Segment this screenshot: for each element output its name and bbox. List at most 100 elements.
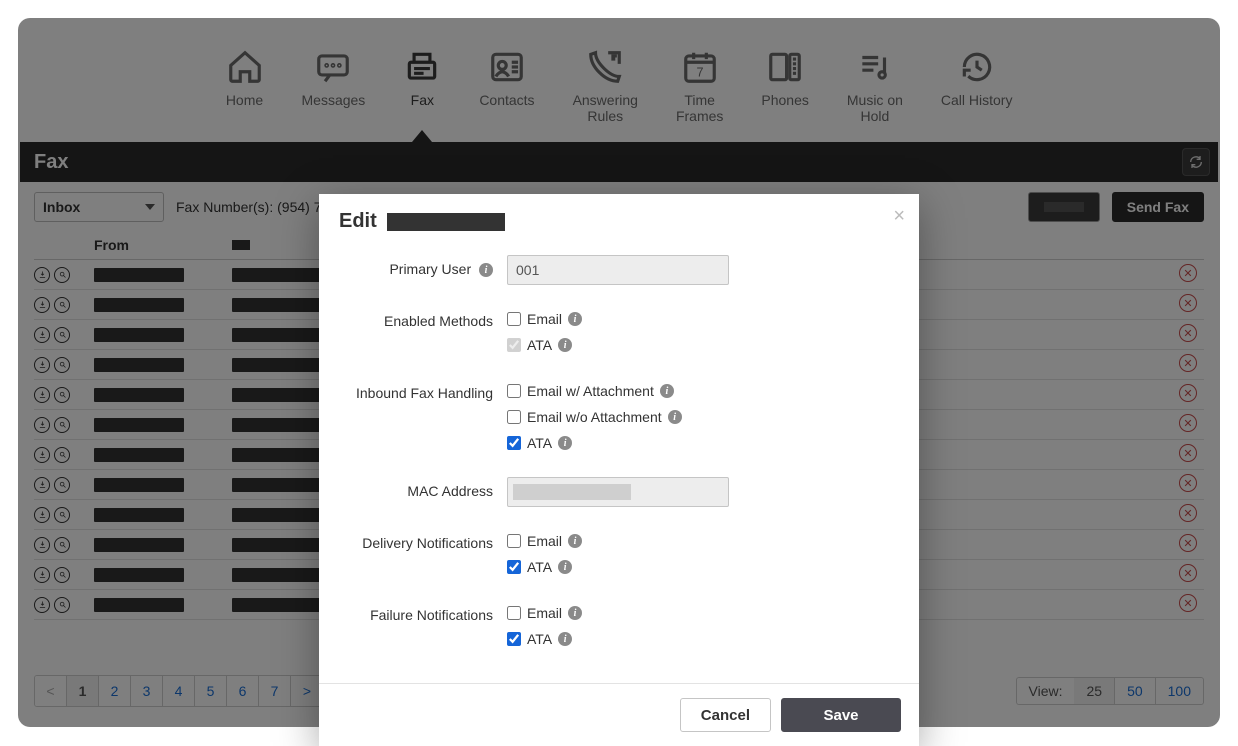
preview-icon[interactable] — [54, 507, 70, 523]
send-fax-button[interactable]: Send Fax — [1112, 192, 1204, 222]
delete-icon[interactable] — [1179, 324, 1197, 342]
cancel-button[interactable]: Cancel — [680, 698, 771, 732]
info-icon[interactable]: i — [558, 338, 572, 352]
col2-value — [232, 568, 332, 582]
nav-call-history[interactable]: Call History — [941, 48, 1013, 124]
view-size-25[interactable]: 25 — [1074, 677, 1115, 705]
modal-close-button[interactable]: × — [893, 206, 905, 226]
delete-icon[interactable] — [1179, 474, 1197, 492]
info-icon[interactable]: i — [558, 560, 572, 574]
from-value — [94, 328, 184, 342]
delivery-option-label: ATA — [527, 559, 552, 575]
nav-messages[interactable]: Messages — [302, 48, 366, 124]
folder-select[interactable]: Inbox — [34, 192, 164, 222]
preview-icon[interactable] — [54, 447, 70, 463]
info-icon[interactable]: i — [568, 534, 582, 548]
phones-icon — [766, 48, 804, 86]
info-icon[interactable]: i — [479, 263, 493, 277]
inbound-checkbox[interactable] — [507, 410, 521, 424]
preview-icon[interactable] — [54, 297, 70, 313]
refresh-button[interactable] — [1182, 148, 1210, 176]
preview-icon[interactable] — [54, 417, 70, 433]
download-icon[interactable] — [34, 567, 50, 583]
info-icon[interactable]: i — [568, 312, 582, 326]
refresh-icon — [1188, 154, 1204, 170]
home-icon — [226, 48, 264, 86]
pager-page-7[interactable]: 7 — [259, 676, 291, 706]
download-icon[interactable] — [34, 417, 50, 433]
download-icon[interactable] — [34, 327, 50, 343]
info-icon[interactable]: i — [660, 384, 674, 398]
download-icon[interactable] — [34, 297, 50, 313]
preview-icon[interactable] — [54, 387, 70, 403]
download-icon[interactable] — [34, 387, 50, 403]
from-value — [94, 568, 184, 582]
pager-page-6[interactable]: 6 — [227, 676, 259, 706]
download-icon[interactable] — [34, 597, 50, 613]
inbound-checkbox[interactable] — [507, 436, 521, 450]
pager-page-5[interactable]: 5 — [195, 676, 227, 706]
download-icon[interactable] — [34, 357, 50, 373]
delivery-checkbox[interactable] — [507, 560, 521, 574]
nav-music-on-hold[interactable]: Music onHold — [847, 48, 903, 124]
delete-icon[interactable] — [1179, 384, 1197, 402]
primary-user-input[interactable] — [507, 255, 729, 285]
delete-icon[interactable] — [1179, 594, 1197, 612]
save-button[interactable]: Save — [781, 698, 901, 732]
download-icon[interactable] — [34, 267, 50, 283]
delete-icon[interactable] — [1179, 414, 1197, 432]
inbound-checkbox[interactable] — [507, 384, 521, 398]
nav-music-on-hold-label: Music onHold — [847, 92, 903, 124]
download-icon[interactable] — [34, 537, 50, 553]
preview-icon[interactable] — [54, 567, 70, 583]
preview-icon[interactable] — [54, 327, 70, 343]
preview-icon[interactable] — [54, 357, 70, 373]
pager-page-4[interactable]: 4 — [163, 676, 195, 706]
pager-prev[interactable]: < — [35, 676, 67, 706]
delete-icon[interactable] — [1179, 294, 1197, 312]
nav-contacts-label: Contacts — [479, 92, 534, 108]
pager-page-2[interactable]: 2 — [99, 676, 131, 706]
enabled-methods-checkbox[interactable] — [507, 312, 521, 326]
info-icon[interactable]: i — [558, 632, 572, 646]
preview-icon[interactable] — [54, 477, 70, 493]
view-size-50[interactable]: 50 — [1115, 677, 1156, 705]
view-size-group: View: 25 50 100 — [1016, 677, 1205, 705]
info-icon[interactable]: i — [558, 436, 572, 450]
music-on-hold-icon — [856, 48, 894, 86]
nav-time-frames[interactable]: 7 TimeFrames — [676, 48, 723, 124]
nav-fax[interactable]: Fax — [403, 48, 441, 124]
delete-icon[interactable] — [1179, 564, 1197, 582]
failure-checkbox[interactable] — [507, 606, 521, 620]
pager-page-1[interactable]: 1 — [67, 676, 99, 706]
nav-phones[interactable]: Phones — [761, 48, 808, 124]
failure-checkbox[interactable] — [507, 632, 521, 646]
preview-icon[interactable] — [54, 597, 70, 613]
preview-icon[interactable] — [54, 537, 70, 553]
delete-icon[interactable] — [1179, 504, 1197, 522]
delete-icon[interactable] — [1179, 444, 1197, 462]
from-value — [94, 298, 184, 312]
delete-icon[interactable] — [1179, 534, 1197, 552]
download-icon[interactable] — [34, 477, 50, 493]
nav-home[interactable]: Home — [226, 48, 264, 124]
col2-value — [232, 598, 332, 612]
from-value — [94, 388, 184, 402]
delivery-checkbox[interactable] — [507, 534, 521, 548]
nav-contacts[interactable]: Contacts — [479, 48, 534, 124]
delete-icon[interactable] — [1179, 354, 1197, 372]
download-icon[interactable] — [34, 447, 50, 463]
delete-icon[interactable] — [1179, 264, 1197, 282]
th-from[interactable]: From — [90, 237, 232, 253]
col2-value — [232, 478, 332, 492]
nav-answering-rules[interactable]: AnsweringRules — [573, 48, 638, 124]
info-icon[interactable]: i — [668, 410, 682, 424]
preview-icon[interactable] — [54, 267, 70, 283]
info-icon[interactable]: i — [568, 606, 582, 620]
fax-icon — [403, 48, 441, 86]
view-size-100[interactable]: 100 — [1156, 677, 1204, 705]
settings-button[interactable] — [1028, 192, 1100, 222]
download-icon[interactable] — [34, 507, 50, 523]
svg-text:7: 7 — [696, 66, 703, 80]
pager-page-3[interactable]: 3 — [131, 676, 163, 706]
